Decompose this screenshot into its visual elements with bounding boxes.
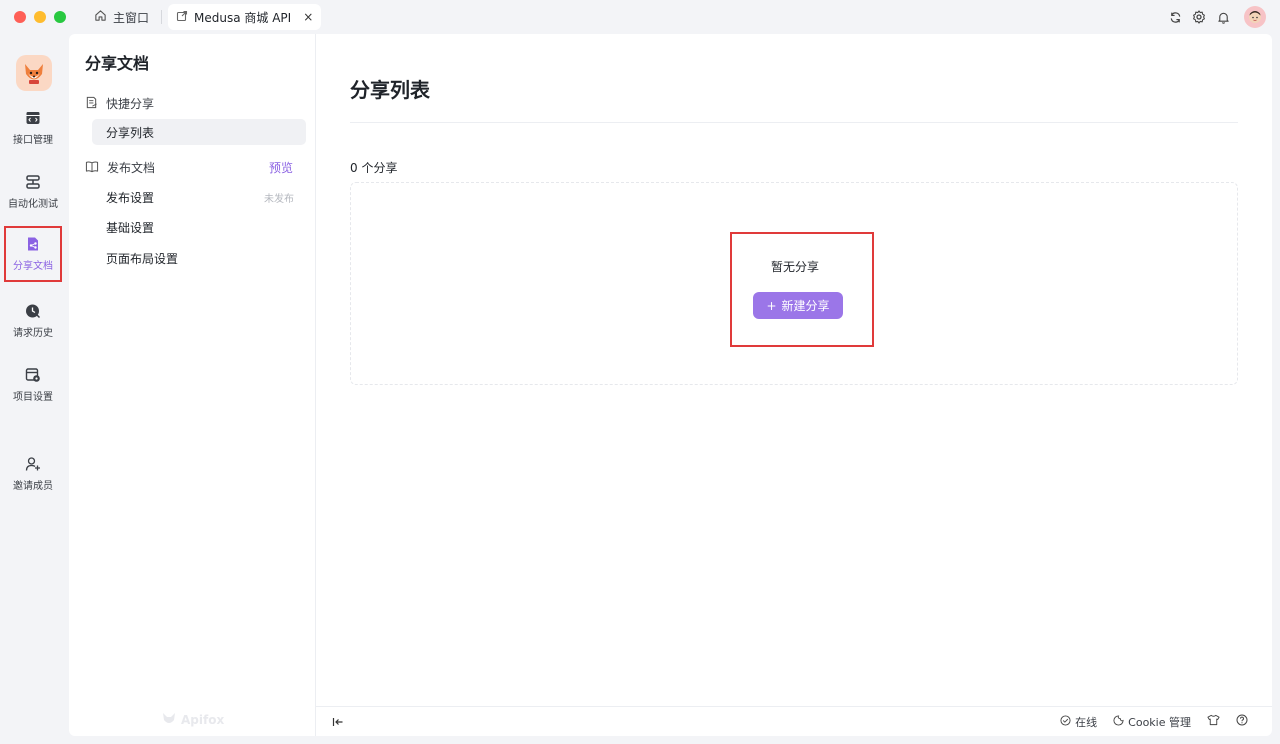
brand-watermark: Apifox [161, 710, 224, 729]
group-quick-share-label: 快捷分享 [106, 97, 155, 111]
tab-divider [161, 10, 163, 24]
sidebar-item-label: 分享列表 [106, 125, 155, 140]
book-icon [85, 160, 99, 176]
help[interactable] [1236, 714, 1248, 729]
rail-item-share-doc[interactable]: 分享文档 [4, 226, 62, 282]
rail-item-label: 接口管理 [13, 135, 53, 146]
rail-item-label: 请求历史 [13, 328, 53, 339]
sidebar-item-label: 基础设置 [106, 220, 155, 235]
window-controls [14, 11, 66, 23]
quick-share-icon [85, 96, 98, 112]
tab-home[interactable]: 主窗口 [88, 5, 155, 29]
bell-icon[interactable] [1216, 10, 1230, 24]
rail-item-label: 自动化测试 [8, 199, 58, 210]
rail-item-label: 邀请成员 [13, 481, 53, 492]
theme-toggle[interactable] [1207, 714, 1220, 729]
online-status[interactable]: 在线 [1060, 714, 1097, 730]
automation-icon [25, 174, 41, 190]
sidebar-item-label: 页面布局设置 [106, 251, 179, 266]
highlight-box [730, 232, 874, 347]
project-logo[interactable] [16, 55, 52, 91]
gear-icon[interactable] [1192, 10, 1206, 24]
group-quick-share: 快捷分享 [85, 95, 293, 112]
rail-item-label: 项目设置 [13, 392, 53, 403]
share-count: 0 个分享 [350, 161, 398, 175]
status-bar: 在线 Cookie 管理 [316, 706, 1272, 736]
titlebar-actions [1168, 6, 1266, 28]
group-publish-doc: 发布文档 预览 [85, 159, 293, 176]
cookie-icon [1113, 714, 1124, 729]
home-icon [94, 9, 107, 25]
sidebar-item-share-list[interactable]: 分享列表 [92, 119, 306, 145]
collapse-sidebar-icon[interactable] [332, 716, 344, 728]
sidebar-item-publish-settings[interactable]: 发布设置 未发布 [92, 184, 306, 210]
refresh-icon[interactable] [1168, 10, 1182, 24]
rail-item-invite[interactable]: 邀请成员 [4, 446, 62, 502]
apifox-logo-icon [161, 710, 177, 729]
check-circle-icon [1060, 714, 1071, 729]
cookie-manager[interactable]: Cookie 管理 [1113, 714, 1191, 730]
rail-item-history[interactable]: 请求历史 [4, 293, 62, 349]
page-title: 分享列表 [350, 78, 430, 102]
tab-project[interactable]: Medusa 商城 API × [168, 4, 322, 30]
close-window-button[interactable] [14, 11, 26, 23]
rail-item-project-settings[interactable]: 项目设置 [4, 357, 62, 413]
close-icon[interactable]: × [303, 10, 313, 24]
api-icon [25, 110, 41, 126]
maximize-window-button[interactable] [54, 11, 66, 23]
tab-project-label: Medusa 商城 API [194, 10, 292, 25]
tab-home-label: 主窗口 [113, 10, 150, 25]
share-doc-icon [25, 236, 41, 252]
left-rail: 接口管理 自动化测试 分享文档 请求历史 项目设置 邀请成员 [0, 34, 68, 744]
avatar[interactable] [1244, 6, 1266, 28]
status-actions: 在线 Cookie 管理 [1060, 714, 1248, 730]
new-share-button[interactable]: + 新建分享 [753, 292, 843, 319]
invite-member-icon [25, 456, 41, 472]
group-publish-doc-label: 发布文档 [107, 161, 156, 175]
minimize-window-button[interactable] [34, 11, 46, 23]
rail-item-label: 分享文档 [13, 261, 53, 272]
publish-status-badge: 未发布 [264, 193, 294, 205]
rail-item-automation[interactable]: 自动化测试 [4, 164, 62, 220]
help-icon [1236, 714, 1248, 729]
share-tab-icon [176, 10, 188, 25]
sidebar-title: 分享文档 [85, 54, 150, 73]
title-divider [350, 122, 1238, 123]
new-share-button-label: 新建分享 [781, 299, 830, 313]
plus-icon: + [766, 298, 777, 313]
sidebar-item-layout-settings[interactable]: 页面布局设置 [92, 245, 306, 271]
sidebar-item-basic-settings[interactable]: 基础设置 [92, 214, 306, 240]
main-content: 分享列表 0 个分享 暂无分享 + 新建分享 在线 Cookie 管理 [316, 34, 1272, 736]
preview-link[interactable]: 预览 [269, 159, 293, 176]
share-doc-sidebar: 分享文档 快捷分享 分享列表 发布文档 预览 发布设置 未发布 基础设置 页面布… [69, 34, 316, 736]
history-icon [25, 303, 41, 319]
title-bar: 主窗口 Medusa 商城 API × [0, 0, 1280, 34]
sidebar-item-label: 发布设置 [106, 190, 155, 205]
brand-name: Apifox [181, 712, 225, 727]
cookie-manager-label: Cookie 管理 [1128, 715, 1191, 729]
empty-state-text: 暂无分享 [771, 260, 820, 274]
online-status-label: 在线 [1075, 715, 1098, 729]
project-settings-icon [25, 367, 41, 383]
rail-item-api[interactable]: 接口管理 [4, 100, 62, 156]
shirt-icon [1207, 714, 1220, 729]
